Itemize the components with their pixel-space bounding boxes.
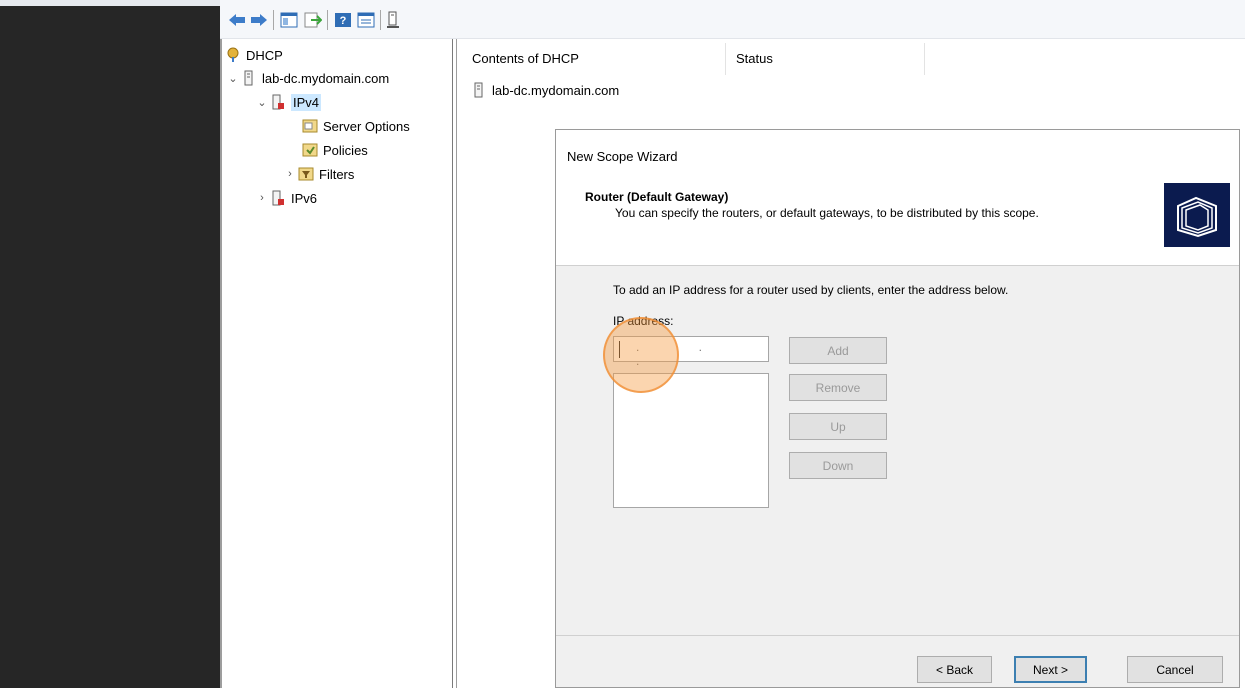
- list-item[interactable]: lab-dc.mydomain.com: [471, 79, 619, 101]
- back-arrow-icon[interactable]: [228, 11, 246, 29]
- server-icon: [241, 70, 257, 86]
- export-list-icon[interactable]: [304, 11, 322, 29]
- tree-item-ipv6[interactable]: › IPv6: [254, 187, 317, 209]
- tree-item-server-options[interactable]: Server Options: [302, 115, 410, 137]
- add-button[interactable]: Add: [789, 337, 887, 364]
- wizard-instruction: To add an IP address for a router used b…: [613, 283, 1009, 297]
- toolbar: ?: [220, 0, 1245, 39]
- toolbar-separator: [327, 10, 328, 30]
- wizard-title: New Scope Wizard: [567, 149, 678, 164]
- left-dark-panel: [0, 0, 220, 688]
- properties-icon[interactable]: [357, 11, 375, 29]
- wizard-footer-divider: [556, 635, 1239, 636]
- column-header-contents[interactable]: Contents of DHCP: [472, 41, 579, 75]
- tree-label-filters: Filters: [319, 166, 355, 182]
- column-header-status[interactable]: Status: [736, 41, 773, 75]
- help-icon[interactable]: ?: [334, 11, 352, 29]
- filters-icon: [298, 166, 314, 182]
- cancel-button[interactable]: Cancel: [1127, 656, 1223, 683]
- down-button[interactable]: Down: [789, 452, 887, 479]
- top-strip: [0, 0, 220, 6]
- chevron-right-icon[interactable]: ›: [282, 168, 298, 180]
- tree-label-policies: Policies: [323, 142, 368, 158]
- tree-item-filters[interactable]: › Filters: [282, 163, 354, 185]
- forward-arrow-icon[interactable]: [250, 11, 268, 29]
- back-button[interactable]: < Back: [917, 656, 992, 683]
- policies-icon: [302, 142, 318, 158]
- toolbar-separator: [380, 10, 381, 30]
- server-icon: [471, 82, 487, 98]
- new-scope-wizard-dialog: New Scope Wizard Router (Default Gateway…: [555, 129, 1240, 688]
- router-list[interactable]: [613, 373, 769, 508]
- chevron-down-icon[interactable]: ⌄: [225, 72, 241, 85]
- svg-text:?: ?: [340, 15, 347, 27]
- wizard-page-heading: Router (Default Gateway): [585, 190, 729, 204]
- tree-label-server: lab-dc.mydomain.com: [262, 70, 390, 86]
- up-button[interactable]: Up: [789, 413, 887, 440]
- tree-item-ipv4[interactable]: ⌄ IPv4: [254, 91, 322, 113]
- column-divider[interactable]: [725, 43, 726, 75]
- ipv6-icon: [270, 190, 286, 206]
- dhcp-icon: [225, 47, 241, 63]
- tree-label-dhcp: DHCP: [246, 47, 283, 63]
- tree-label-ipv6: IPv6: [291, 190, 318, 206]
- remove-button[interactable]: Remove: [789, 374, 887, 401]
- tree-item-dhcp[interactable]: DHCP: [225, 44, 283, 66]
- column-divider[interactable]: [924, 43, 925, 75]
- click-highlight-marker: [603, 317, 679, 393]
- toolbar-separator: [273, 10, 274, 30]
- server-options-icon: [302, 118, 318, 134]
- console-tree: DHCP ⌄ lab-dc.mydomain.com ⌄ IPv4 Server…: [220, 39, 453, 688]
- ipv4-icon: [270, 94, 286, 110]
- wizard-logo-icon: [1164, 183, 1230, 247]
- show-hide-tree-icon[interactable]: [280, 11, 298, 29]
- server-icon[interactable]: [386, 11, 400, 29]
- wizard-header: New Scope Wizard Router (Default Gateway…: [556, 130, 1239, 266]
- next-button[interactable]: Next >: [1014, 656, 1087, 683]
- tree-item-policies[interactable]: Policies: [302, 139, 368, 161]
- list-item-label: lab-dc.mydomain.com: [492, 82, 620, 98]
- chevron-down-icon[interactable]: ⌄: [254, 96, 270, 109]
- tree-label-server-options: Server Options: [323, 118, 410, 134]
- tree-frame: [220, 39, 222, 688]
- tree-item-server[interactable]: ⌄ lab-dc.mydomain.com: [225, 67, 389, 89]
- tree-label-ipv4: IPv4: [291, 93, 322, 111]
- chevron-right-icon[interactable]: ›: [254, 192, 270, 204]
- wizard-page-subheading: You can specify the routers, or default …: [615, 206, 1039, 220]
